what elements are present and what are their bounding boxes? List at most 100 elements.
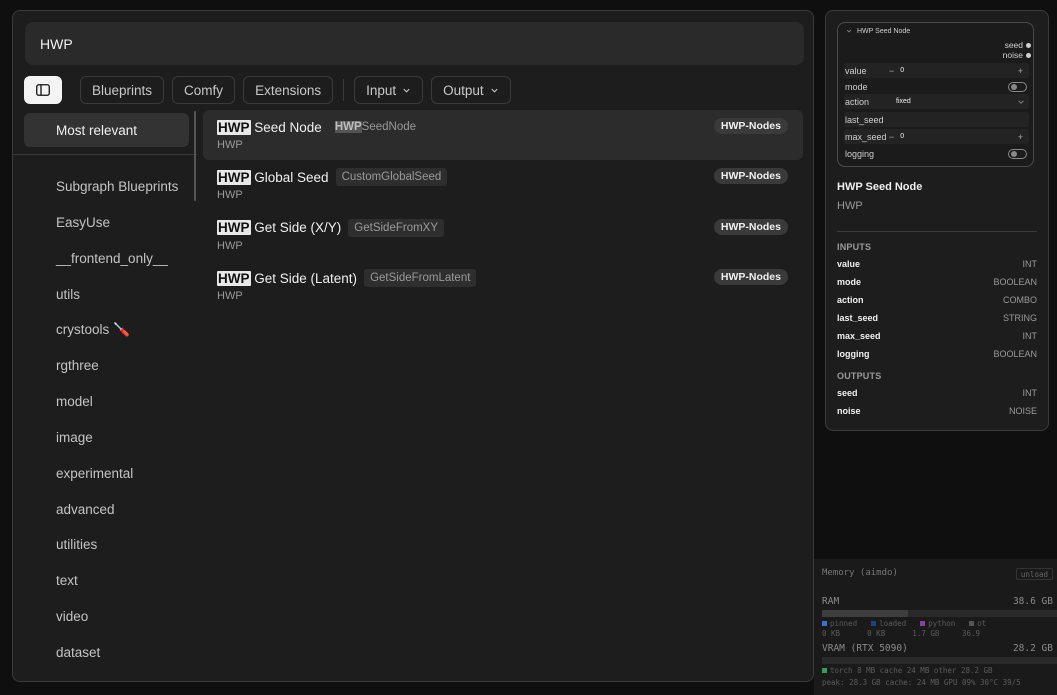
- category-item[interactable]: audio: [56, 670, 178, 682]
- category-item[interactable]: EasyUse: [56, 205, 178, 241]
- result-pack-badge: HWP-Nodes: [713, 118, 788, 134]
- filter-blueprints-button[interactable]: Blueprints: [80, 76, 165, 104]
- node-widget-last-seed: last_seed: [844, 112, 1029, 127]
- filter-comfy-label: Comfy: [184, 82, 224, 98]
- chevron-down-icon: [403, 88, 410, 93]
- loaded-swatch: [871, 621, 877, 626]
- ram-bar-fill: [822, 610, 909, 617]
- other-swatch: [969, 621, 975, 626]
- ram-bar: [822, 610, 1057, 617]
- filter-input-dropdown[interactable]: Input: [354, 76, 424, 104]
- result-class-chip: HWP SeedNode: [334, 121, 417, 133]
- chevron-down-icon: [846, 29, 852, 33]
- result-class-chip: GetSideFromLatent: [364, 269, 477, 288]
- sidebar-icon: [36, 84, 50, 96]
- filter-comfy-button[interactable]: Comfy: [172, 76, 236, 104]
- category-label: Most relevant: [56, 122, 138, 138]
- category-most-relevant[interactable]: Most relevant: [24, 113, 189, 147]
- output-row: noise NOISE: [837, 406, 1037, 416]
- toggle-icon: [1008, 148, 1027, 159]
- toggle-icon: [1008, 81, 1027, 92]
- memory-panel: Memory (aimdo) unload RAM 38.6 GB pinned …: [814, 559, 1057, 695]
- result-item[interactable]: HWP Seed Node HWP SeedNode HWP HWP-Nodes: [203, 110, 803, 161]
- category-item[interactable]: image: [56, 420, 178, 456]
- outputs-heading: OUTPUTS: [837, 371, 882, 381]
- result-title: HWP Get Side (Latent): [217, 270, 358, 286]
- ram-legend-values: 0 KB 0 KB 1.7 GB 36.9: [822, 629, 981, 638]
- memory-title: Memory (aimdo): [822, 568, 898, 578]
- plus-icon: +: [1017, 65, 1023, 76]
- node-widget-mode: mode: [844, 79, 1029, 94]
- category-item[interactable]: text: [56, 563, 178, 599]
- minus-icon: −: [889, 131, 895, 142]
- filter-output-dropdown[interactable]: Output: [431, 76, 511, 104]
- category-divider: [13, 154, 197, 155]
- category-item[interactable]: __frontend_only__: [56, 241, 178, 277]
- category-list: Subgraph Blueprints EasyUse __frontend_o…: [56, 169, 178, 682]
- output-socket-icon: [1026, 42, 1031, 48]
- category-item[interactable]: advanced: [56, 491, 178, 527]
- search-input[interactable]: HWP: [25, 22, 804, 65]
- node-header: HWP Seed Node: [838, 23, 1033, 39]
- search-query: HWP: [40, 35, 73, 52]
- toggle-sidebar-button[interactable]: [24, 76, 62, 104]
- input-row: logging BOOLEAN: [837, 349, 1037, 359]
- input-row: last_seed STRING: [837, 313, 1037, 323]
- vram-bar: [822, 657, 1057, 664]
- result-pack-badge: HWP-Nodes: [713, 269, 788, 286]
- preview-category: HWP: [837, 200, 863, 212]
- input-row: value INT: [837, 259, 1037, 269]
- category-item[interactable]: Subgraph Blueprints: [56, 169, 178, 205]
- filter-output-label: Output: [443, 82, 484, 98]
- vram-legend: torch 8 MB cache 24 MB other 28.2 GB: [822, 666, 993, 675]
- node-widget-max-seed: max_seed − 0 +: [844, 129, 1029, 144]
- result-pack-badge: HWP-Nodes: [713, 218, 788, 235]
- category-item[interactable]: utils: [56, 276, 178, 312]
- results-list: HWP Seed Node HWP SeedNode HWP HWP-Nodes …: [203, 110, 803, 312]
- preview-title: HWP Seed Node: [837, 181, 923, 193]
- filter-extensions-button[interactable]: Extensions: [243, 76, 334, 104]
- torch-swatch: [822, 668, 827, 673]
- node-preview-card: HWP Seed Node seed noise value − 0 + mod…: [837, 22, 1034, 167]
- inputs-heading: INPUTS: [837, 242, 872, 252]
- result-title: HWP Global Seed: [217, 169, 329, 185]
- result-item[interactable]: HWP Get Side (X/Y) GetSideFromXY HWP HWP…: [203, 211, 803, 261]
- input-row: max_seed INT: [837, 331, 1037, 341]
- result-title: HWP Seed Node: [217, 119, 322, 135]
- category-item[interactable]: dataset: [56, 634, 178, 670]
- result-item[interactable]: HWP Global Seed CustomGlobalSeed HWP HWP…: [203, 160, 803, 210]
- node-preview-panel: HWP Seed Node seed noise value − 0 + mod…: [825, 10, 1049, 431]
- category-item[interactable]: video: [56, 599, 178, 635]
- category-item[interactable]: crystools 🪛: [56, 312, 178, 348]
- category-item[interactable]: model: [56, 384, 178, 420]
- node-output-seed: seed: [1005, 40, 1031, 50]
- output-socket-icon: [1026, 52, 1031, 58]
- input-row: mode BOOLEAN: [837, 277, 1037, 287]
- plus-icon: +: [1017, 131, 1023, 142]
- result-item[interactable]: HWP Get Side (Latent) GetSideFromLatent …: [203, 261, 803, 311]
- node-widget-action: action fixed: [844, 94, 1029, 109]
- ram-legend: pinned loaded python ot: [822, 619, 986, 628]
- result-category: HWP: [217, 189, 243, 202]
- result-class-chip: CustomGlobalSeed: [335, 168, 448, 187]
- node-output-noise: noise: [1003, 50, 1031, 60]
- result-pack-badge: HWP-Nodes: [713, 168, 788, 185]
- result-class-chip: GetSideFromXY: [348, 218, 445, 237]
- minus-icon: −: [889, 65, 895, 76]
- category-item[interactable]: experimental: [56, 455, 178, 491]
- filter-blueprints-label: Blueprints: [92, 82, 153, 98]
- pinned-swatch: [822, 621, 827, 626]
- category-scrollbar[interactable]: [194, 111, 196, 201]
- node-title: HWP Seed Node: [857, 27, 911, 35]
- category-item[interactable]: rgthree: [56, 348, 178, 384]
- peak-line: peak: 28.3 GB cache: 24 MB GPU 09% 30°C …: [822, 678, 1021, 687]
- chevron-down-icon: [491, 88, 498, 93]
- unload-button[interactable]: unload: [1015, 568, 1053, 580]
- filter-input-label: Input: [366, 82, 397, 98]
- node-widget-logging: logging: [844, 146, 1029, 161]
- result-category: HWP: [217, 290, 243, 303]
- node-search-dialog: HWP Blueprints Comfy Extensions Input Ou…: [12, 10, 814, 682]
- result-category: HWP: [217, 239, 243, 252]
- filter-bar: Blueprints Comfy Extensions Input Output: [24, 76, 511, 104]
- category-item[interactable]: utilities: [56, 527, 178, 563]
